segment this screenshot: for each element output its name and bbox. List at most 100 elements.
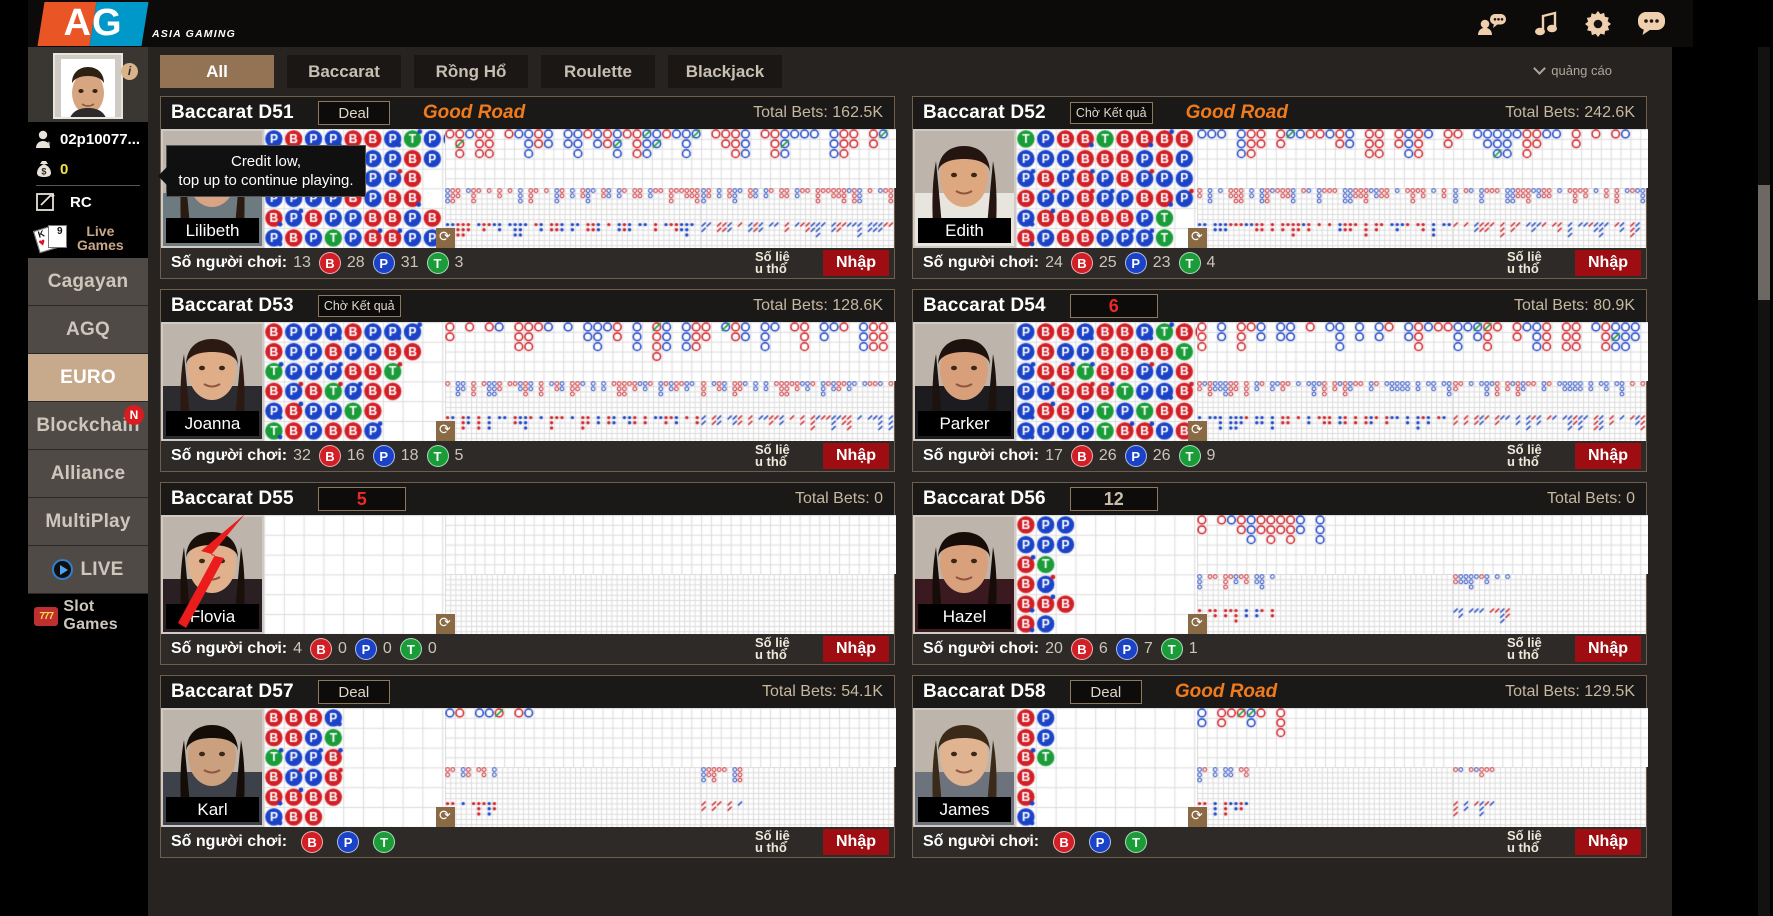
roadmap-area[interactable] (264, 322, 896, 441)
banker-pill: B (318, 445, 341, 467)
statistics-button[interactable]: Số liệ u thổ Nhập (731, 443, 889, 469)
gear-icon[interactable] (1585, 10, 1611, 37)
small-road (700, 767, 894, 827)
sidebar-item-blockchain[interactable]: Blockchain N (28, 402, 148, 450)
advertisement-toggle[interactable]: quảng cáo (1533, 62, 1612, 78)
road-columns (1197, 515, 1648, 634)
shoe-refresh-icon[interactable] (1188, 421, 1207, 441)
rc-row[interactable]: RC (28, 186, 148, 218)
statistics-button[interactable]: Số liệ u thổ Nhập (731, 636, 889, 662)
tie-count: 4 (1206, 254, 1216, 271)
statistics-button[interactable]: Số liệ u thổ Nhập (1483, 829, 1641, 855)
table-footer: Số người chơi: B P T Số liệ u thổ Nhập (161, 827, 894, 857)
road-columns (445, 322, 896, 441)
table-name: Baccarat D56 (923, 488, 1046, 509)
shoe-refresh-icon[interactable] (1188, 614, 1207, 634)
enter-table-button[interactable]: Nhập (1575, 443, 1641, 469)
tab-baccarat[interactable]: Baccarat (287, 55, 401, 88)
statistics-button[interactable]: Số liệ u thổ Nhập (731, 250, 889, 276)
game-table-card[interactable]: Baccarat D58 Deal Good Road Total Bets: 129… (912, 675, 1648, 858)
roadmap-area[interactable] (1016, 708, 1648, 827)
roadmap-area[interactable] (264, 515, 896, 634)
avatar[interactable]: i (28, 47, 148, 122)
game-table-card[interactable]: Baccarat D52 Chờ Kết quả Good Road Total Be… (912, 96, 1648, 279)
shoe-refresh-icon[interactable] (1188, 807, 1207, 827)
balance-row[interactable]: $ 0 (28, 156, 148, 182)
tab-all[interactable]: All (160, 55, 274, 88)
brand-logo[interactable]: AG ASIA GAMING (37, 1, 236, 46)
enter-table-button[interactable]: Nhập (823, 636, 889, 662)
total-bets: Total Bets: 129.5K (1505, 683, 1635, 700)
dealer-video[interactable]: Hazel (913, 515, 1016, 634)
sidebar-item-euro[interactable]: EURO (28, 354, 159, 402)
tooltip-line-1: Credit low, (230, 153, 302, 170)
tab-rong-ho[interactable]: Rồng Hổ (414, 55, 528, 88)
bead-road (1016, 708, 1207, 827)
enter-table-button[interactable]: Nhập (823, 443, 889, 469)
players-count: 24 (1045, 254, 1063, 271)
sidebar-item-cagayan[interactable]: Cagayan (28, 258, 148, 306)
game-table-card[interactable]: Baccarat D56 12 Total Bets: 0 Hazel Số người… (912, 482, 1648, 665)
friends-chat-icon[interactable] (1477, 12, 1507, 36)
tie-pill: T (399, 638, 422, 660)
shoe-refresh-icon[interactable] (436, 228, 455, 248)
roadmap-area[interactable] (1016, 322, 1648, 441)
slot-machine-icon: 777 (34, 606, 59, 626)
statistics-button[interactable]: Số liệ u thổ Nhập (1483, 636, 1641, 662)
account-row[interactable]: * 02p10077... (28, 122, 148, 156)
enter-table-button[interactable]: Nhập (823, 829, 889, 855)
statistics-button[interactable]: Số liệ u thổ Nhập (731, 829, 889, 855)
enter-table-button[interactable]: Nhập (1575, 250, 1641, 276)
sidebar-item-live[interactable]: LIVE (28, 546, 148, 594)
dealer-name: Edith (918, 218, 1011, 243)
road-columns (1197, 708, 1648, 827)
good-road-label: Good Road (1174, 681, 1278, 702)
game-table-card[interactable]: Baccarat D53 Chờ Kết quả Total Bets: 128.6… (160, 289, 896, 472)
game-table-card[interactable]: Baccarat D55 5 Total Bets: 0 Flovia Số người… (160, 482, 896, 665)
shoe-refresh-icon[interactable] (436, 421, 455, 441)
enter-table-button[interactable]: Nhập (1575, 829, 1641, 855)
tab-blackjack[interactable]: Blackjack (668, 55, 782, 88)
shoe-refresh-icon[interactable] (1188, 228, 1207, 248)
bead-road (264, 322, 455, 441)
table-header: Baccarat D57 Deal Total Bets: 54.1K (161, 676, 894, 708)
page-scrollbar-thumb[interactable] (1758, 185, 1770, 300)
derived-roads (1197, 574, 1646, 634)
enter-table-button[interactable]: Nhập (1575, 636, 1641, 662)
dealer-name: Parker (918, 411, 1011, 436)
table-footer: Số người chơi: 32 B 16 P 18 T 5 Số liệ u thổ Nhập (161, 441, 894, 471)
roadmap-area[interactable] (1016, 129, 1648, 248)
total-bets: Total Bets: 80.9K (1514, 297, 1635, 314)
sidebar-item-slot-games[interactable]: 777 Slot Games (28, 594, 148, 638)
table-name: Baccarat D53 (171, 295, 294, 316)
dealer-video[interactable]: Joanna (161, 322, 264, 441)
sidebar-item-alliance[interactable]: Alliance (28, 450, 148, 498)
roadmap-area[interactable] (264, 708, 896, 827)
dealer-video[interactable]: Karl (161, 708, 264, 827)
enter-table-button[interactable]: Nhập (823, 250, 889, 276)
banker-count: 26 (1098, 447, 1117, 464)
shoe-refresh-icon[interactable] (436, 614, 455, 634)
music-note-icon[interactable] (1534, 11, 1558, 36)
game-table-card[interactable]: Baccarat D54 6 Total Bets: 80.9K Parker Số n… (912, 289, 1648, 472)
dealer-video[interactable]: James (913, 708, 1016, 827)
page-scrollbar-track[interactable] (1758, 47, 1770, 916)
pie-chart-icon (731, 640, 749, 658)
bead-road (1016, 515, 1207, 634)
edit-square-icon (36, 193, 55, 211)
player-pill: P (372, 252, 395, 274)
info-icon[interactable]: i (121, 63, 138, 80)
roadmap-area[interactable] (1016, 515, 1648, 634)
live-games-row[interactable]: K ♥ 9 Live Games (28, 218, 148, 258)
table-body: Joanna (161, 322, 896, 441)
tab-roulette[interactable]: Roulette (541, 55, 655, 88)
sidebar-item-multiplay[interactable]: MultiPlay (28, 498, 148, 546)
dealer-video[interactable]: Parker (913, 322, 1016, 441)
dealer-video[interactable]: Edith (913, 129, 1016, 248)
statistics-button[interactable]: Số liệ u thổ Nhập (1483, 443, 1641, 469)
shoe-refresh-icon[interactable] (436, 807, 455, 827)
sidebar-item-agq[interactable]: AGQ (28, 306, 148, 354)
game-table-card[interactable]: Baccarat D57 Deal Total Bets: 54.1K Karl Số … (160, 675, 896, 858)
chat-bubble-icon[interactable] (1638, 12, 1665, 35)
statistics-button[interactable]: Số liệ u thổ Nhập (1483, 250, 1641, 276)
